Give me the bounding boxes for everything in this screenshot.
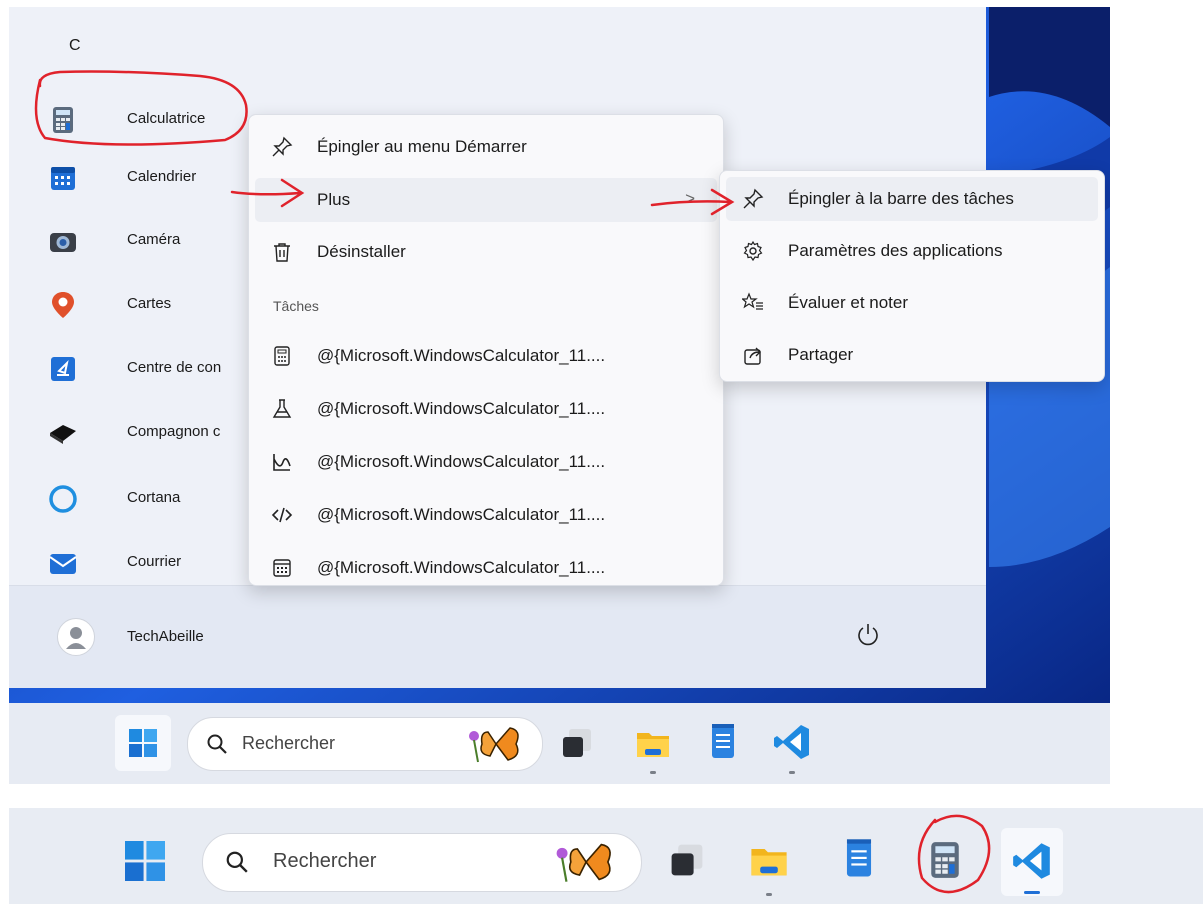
calculator-icon [53,107,73,133]
notepad-icon[interactable] [703,721,743,763]
windows-logo-icon[interactable] [125,841,165,881]
menu-item-pin-taskbar[interactable]: Épingler à la barre des tâches [726,177,1098,221]
menu-item-label: Paramètres des applications [788,241,1003,260]
app-label: Courrier [127,553,182,570]
mail-icon [49,554,77,574]
task-label: @{Microsoft.WindowsCalculator_11.... [317,505,606,524]
vscode-icon [1013,843,1050,879]
search-box[interactable]: Rechercher [187,717,543,771]
task-label: @{Microsoft.WindowsCalculator_11.... [317,346,606,365]
search-placeholder: Rechercher [242,733,336,753]
vscode-icon[interactable] [771,721,813,763]
person-icon [66,627,86,649]
task-label: @{Microsoft.WindowsCalculator_11.... [317,452,606,471]
task-label: @{Microsoft.WindowsCalculator_11.... [317,558,606,577]
task-label: @{Microsoft.WindowsCalculator_11.... [317,399,606,418]
app-label: Cortana [127,489,181,506]
pin-icon [272,136,293,157]
app-label: Compagnon c [127,423,221,440]
share-icon [744,347,761,365]
app-label: Caméra [127,231,181,248]
context-menu: Épingler au menu Démarrer Plus > Désinst… [248,114,724,586]
companion-icon [50,425,76,444]
menu-item-pin-start[interactable]: Épingler au menu Démarrer [255,125,717,169]
menu-item-uninstall[interactable]: Désinstaller [255,230,717,274]
menu-item-share[interactable]: Partager [726,333,1098,377]
tasks-header: Tâches [273,298,319,314]
menu-item-label: Partager [788,345,854,364]
calculator-icon[interactable] [923,838,967,882]
file-explorer-icon[interactable] [633,723,673,763]
trash-icon [274,243,290,262]
menu-item-label: Plus [317,190,351,209]
menu-item-more[interactable]: Plus > [255,178,717,222]
maps-icon [52,292,74,318]
menu-item-rate-review[interactable]: Évaluer et noter [726,281,1098,325]
task-item[interactable]: @{Microsoft.WindowsCalculator_11.... [255,440,717,484]
app-label: Centre de con [127,359,222,376]
search-placeholder: Rechercher [273,850,377,872]
notepad-icon[interactable] [837,836,881,882]
taskbar-before: Rechercher [9,703,1110,784]
search-box[interactable]: Rechercher [202,833,642,892]
menu-item-label: Désinstaller [317,242,406,261]
butterfly-icon [556,843,611,882]
calendar-icon [51,167,75,190]
task-view-icon[interactable] [557,723,597,763]
power-icon[interactable] [855,622,881,648]
calculator-outline-icon [274,346,290,366]
submenu-more: Épingler à la barre des tâches Paramètre… [719,170,1105,382]
task-item[interactable]: @{Microsoft.WindowsCalculator_11.... [255,493,717,537]
task-item[interactable]: @{Microsoft.WindowsCalculator_11.... [255,387,717,431]
file-explorer-icon[interactable] [747,838,791,882]
calendar-outline-icon [273,559,291,577]
active-indicator [1024,891,1040,894]
menu-item-app-settings[interactable]: Paramètres des applications [726,229,1098,273]
feedback-icon [51,357,75,381]
start-button[interactable] [115,715,171,771]
section-letter[interactable]: C [69,37,81,55]
task-item[interactable]: @{Microsoft.WindowsCalculator_11.... [255,334,717,378]
task-view-icon[interactable] [665,838,709,882]
gear-icon [743,240,763,262]
vscode-button[interactable] [1001,828,1063,896]
menu-item-label: Épingler à la barre des tâches [788,189,1014,208]
app-label: Cartes [127,295,172,312]
task-item[interactable]: @{Microsoft.WindowsCalculator_11.... [255,546,717,590]
chevron-right-icon: > [685,189,695,208]
pin-icon [743,188,764,209]
before-screenshot: C Calculatrice Calendrier Caméra Cartes … [9,7,1110,784]
camera-icon [50,233,76,252]
running-indicator [650,771,656,774]
avatar [57,618,95,656]
running-indicator [789,771,795,774]
menu-item-label: Évaluer et noter [788,293,909,312]
start-footer: TechAbeille [9,585,986,688]
search-icon [226,851,248,873]
search-icon [207,734,227,754]
app-label: Calculatrice [127,110,206,127]
star-list-icon [742,292,763,310]
graph-icon [273,454,291,471]
taskbar-after: Rechercher [9,808,1203,904]
cortana-icon [49,485,77,513]
running-indicator [766,893,772,896]
code-icon [271,507,293,523]
flask-icon [272,399,292,418]
butterfly-icon [469,727,519,763]
user-name: TechAbeille [127,628,204,645]
menu-item-label: Épingler au menu Démarrer [317,137,527,156]
app-label: Calendrier [127,168,197,185]
windows-logo-icon [129,729,157,757]
